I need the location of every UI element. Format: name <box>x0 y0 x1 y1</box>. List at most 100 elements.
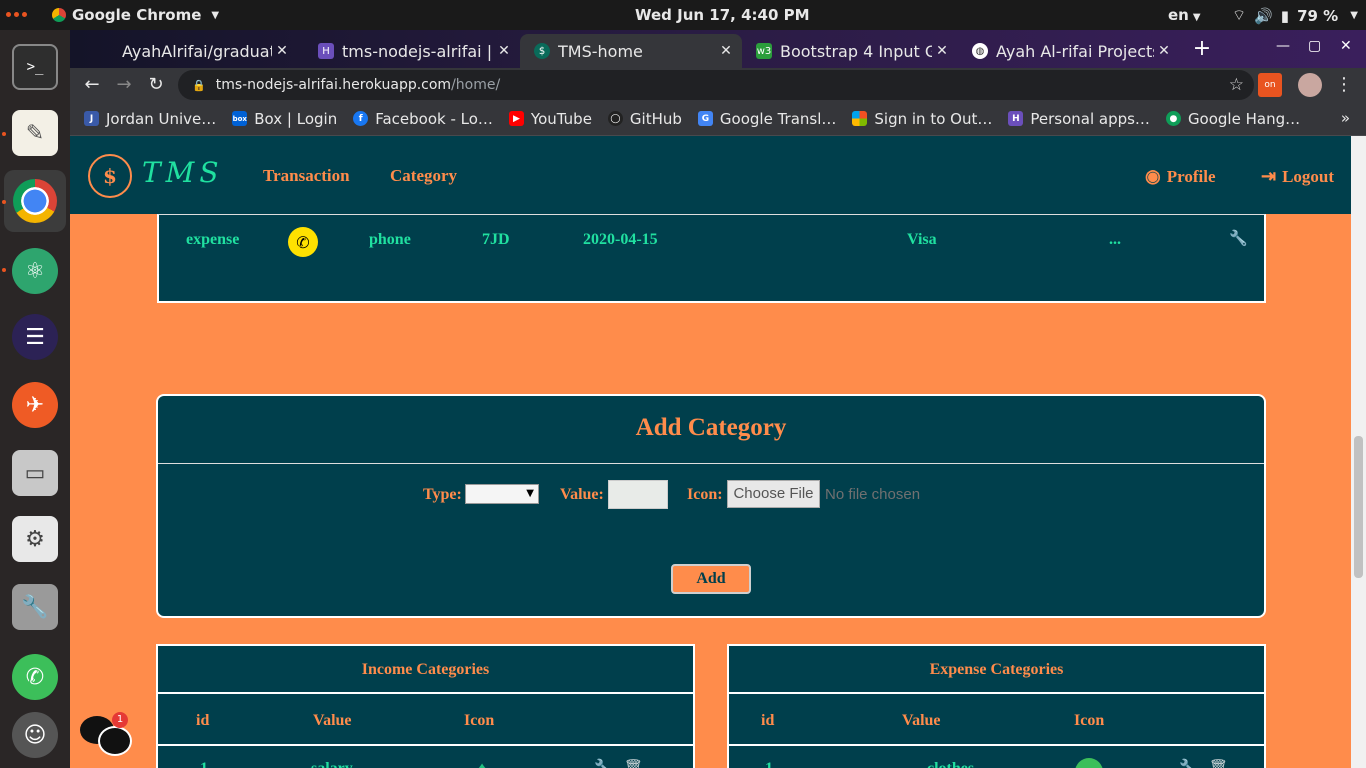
expense-categories-title: Expense Categories <box>729 646 1264 694</box>
system-tray[interactable]: ⌔ 🔊 ▮ 79 % ▼ <box>1232 6 1358 25</box>
bookmarks-bar: J Jordan Unive… box Box | Login f Facebook … <box>70 102 1366 136</box>
globe-icon: ◍ <box>972 43 988 59</box>
minimize-button[interactable]: — <box>1276 38 1290 54</box>
extension-icon[interactable]: on <box>1258 73 1282 97</box>
nav-profile-label: Profile <box>1166 167 1216 186</box>
user-avatar-icon[interactable]: ☺ <box>12 712 58 758</box>
bookmark-github[interactable]: ◯ GitHub <box>607 109 682 128</box>
trash-icon[interactable]: 🗑 <box>1209 758 1228 768</box>
scrollbar-thumb[interactable] <box>1354 436 1363 578</box>
tms-logo[interactable]: $ <box>88 154 132 198</box>
clothes-icon <box>1075 758 1103 768</box>
file-status: No file chosen <box>825 486 921 503</box>
close-window-button[interactable]: ✕ <box>1340 38 1352 54</box>
back-button[interactable]: ← <box>80 73 104 97</box>
text-editor-icon[interactable]: ✎ <box>12 110 58 156</box>
profile-avatar[interactable] <box>1298 73 1322 97</box>
url-host: tms-nodejs-alrifai.herokuapp.com <box>215 77 452 93</box>
tab-heroku[interactable]: H tms-nodejs-alrifai | He ✕ <box>304 34 520 68</box>
tms-navbar: $ TMS Transaction Category ◉ Profile ⇥ Log… <box>70 136 1351 214</box>
bookmark-youtube[interactable]: ▶ YouTube <box>508 109 592 128</box>
chat-bubble-icon <box>98 726 132 756</box>
bookmark-box[interactable]: box Box | Login <box>232 110 337 128</box>
terminal-icon[interactable]: >_ <box>12 44 58 90</box>
forward-button[interactable]: → <box>112 73 136 97</box>
chat-widget[interactable]: 1 <box>80 712 132 758</box>
translate-icon: G <box>697 111 713 126</box>
bookmark-google-translate[interactable]: G Google Transl… <box>697 109 837 128</box>
tab-github[interactable]: AyahAlrifai/graduation ✕ <box>84 34 298 68</box>
tab-label: Bootstrap 4 Input Gro <box>780 41 932 61</box>
address-bar[interactable]: 🔒 tms-nodejs-alrifai.herokuapp.com/home/… <box>178 70 1254 100</box>
bookmark-outlook[interactable]: Sign in to Out… <box>852 110 992 128</box>
running-indicator <box>2 132 6 136</box>
github-icon: ◯ <box>607 111 623 126</box>
phone-icon: ✆ <box>288 227 318 257</box>
atom-icon[interactable]: ⚛ <box>12 248 58 294</box>
bookmark-label: GitHub <box>629 109 682 128</box>
postman-icon[interactable]: ✈ <box>12 382 58 428</box>
transaction-row: expense ✆ phone 7JD 2020-04-15 Visa ... … <box>157 214 1266 303</box>
nav-transaction[interactable]: Transaction <box>263 166 350 186</box>
hangouts-icon: ● <box>1165 111 1181 126</box>
bookmark-label: YouTube <box>530 109 592 128</box>
bookmark-star-icon[interactable]: ☆ <box>1229 75 1244 95</box>
wrench-icon[interactable]: 🔧 <box>1229 229 1248 247</box>
bookmark-facebook[interactable]: f Facebook - Lo… <box>353 110 493 128</box>
os-top-bar: Google Chrome ▼ Wed Jun 17, 4:40 PM en ▼ … <box>0 0 1366 30</box>
maximize-button[interactable]: ▢ <box>1308 38 1321 54</box>
chat-badge: 1 <box>112 712 128 728</box>
new-tab-button[interactable]: + <box>1190 38 1214 62</box>
close-icon[interactable]: ✕ <box>1154 43 1174 59</box>
tools-icon[interactable]: 🔧 <box>12 584 58 630</box>
tab-projects[interactable]: ◍ Ayah Al-rifai Projects ✕ <box>958 34 1180 68</box>
tab-tms-home[interactable]: $ TMS-home ✕ <box>520 34 742 68</box>
type-label: Type: <box>423 486 462 503</box>
menu-kebab-icon[interactable]: ⋮ <box>1332 73 1356 97</box>
choose-file-button[interactable]: Choose File <box>727 480 820 508</box>
eclipse-icon[interactable]: ☰ <box>12 314 58 360</box>
close-icon[interactable]: ✕ <box>932 43 952 59</box>
clock[interactable]: Wed Jun 17, 4:40 PM <box>635 6 810 24</box>
close-icon[interactable]: ✕ <box>716 43 736 59</box>
trash-icon[interactable]: 🗑 <box>624 758 643 768</box>
language-label: en <box>1168 6 1189 24</box>
transaction-more[interactable]: ... <box>1109 231 1121 249</box>
type-select[interactable]: ▼ <box>465 484 539 504</box>
nav-profile[interactable]: ◉ Profile <box>1145 166 1216 187</box>
wrench-icon[interactable]: 🔧 <box>594 758 613 768</box>
nav-category[interactable]: Category <box>390 166 457 186</box>
bookmark-heroku-apps[interactable]: H Personal apps… <box>1008 110 1150 128</box>
battery-level: 79 % <box>1297 6 1339 25</box>
tab-bootstrap[interactable]: w3 Bootstrap 4 Input Gro ✕ <box>742 34 958 68</box>
nav-logout[interactable]: ⇥ Logout <box>1261 166 1334 187</box>
close-icon[interactable]: ✕ <box>494 43 514 59</box>
bookmarks-overflow-icon[interactable]: » <box>1341 109 1350 127</box>
divider <box>729 744 1264 746</box>
running-indicator <box>2 268 6 272</box>
settings-icon[interactable]: ⚙ <box>12 516 58 562</box>
bookmark-google-hangouts[interactable]: ● Google Hang… <box>1165 110 1300 128</box>
app-menu[interactable]: Google Chrome ▼ <box>52 6 219 24</box>
page-scrollbar[interactable] <box>1351 136 1366 768</box>
activities-dots[interactable] <box>6 12 27 17</box>
files-icon[interactable]: ▭ <box>12 450 58 496</box>
tms-brand[interactable]: TMS <box>142 156 224 189</box>
chevron-down-icon: ▼ <box>211 9 220 21</box>
wrench-icon[interactable]: 🔧 <box>1179 758 1198 768</box>
bookmark-label: Google Transl… <box>719 109 837 128</box>
language-indicator[interactable]: en ▼ <box>1168 6 1201 24</box>
bookmark-label: Box | Login <box>254 109 338 128</box>
wifi-icon: ⌔ <box>1232 6 1247 24</box>
income-categories-title: Income Categories <box>158 646 693 694</box>
bookmark-jordan-university[interactable]: J Jordan Unive… <box>84 110 216 128</box>
value-input[interactable] <box>608 480 668 509</box>
reload-button[interactable]: ↻ <box>144 73 168 97</box>
phone-app-icon[interactable]: ✆ <box>12 654 58 700</box>
chevron-down-icon: ▼ <box>1192 12 1201 23</box>
close-icon[interactable]: ✕ <box>272 43 292 59</box>
university-icon: J <box>84 111 99 126</box>
add-button[interactable]: Add <box>671 564 751 594</box>
chrome-dock-icon[interactable] <box>4 170 66 232</box>
app-name: Google Chrome <box>72 6 202 24</box>
